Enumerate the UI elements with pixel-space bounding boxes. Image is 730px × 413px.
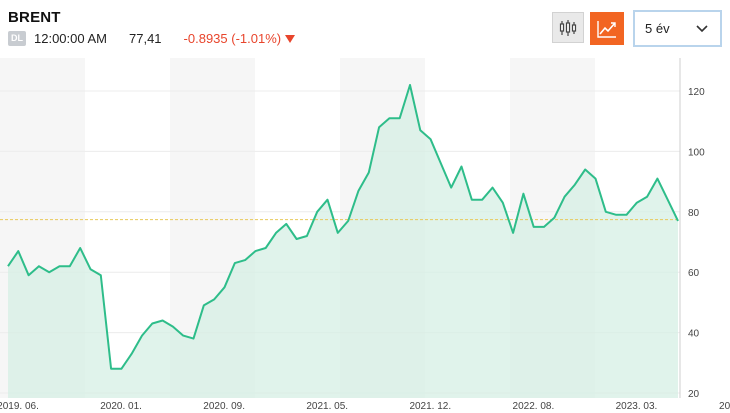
price-chart[interactable]: 120 100 80 60 40 20 2019. 06. 2020. 01. 2020. 0…	[0, 58, 730, 413]
instrument-symbol: BRENT	[8, 9, 61, 26]
x-tick-label: 2020. 01.	[100, 401, 142, 412]
x-tick-label: 2023. 11.	[719, 401, 730, 412]
x-tick-label: 2019. 06.	[0, 401, 39, 412]
candlestick-icon	[559, 19, 577, 36]
quote-row: DL 12:00:00 AM 77,41 -0.8935 (-1.01%)	[8, 31, 296, 46]
x-tick-label: 2022. 08.	[513, 401, 555, 412]
y-tick-label: 120	[688, 87, 705, 98]
line-chart-icon	[597, 20, 616, 38]
x-tick-label: 2021. 05.	[306, 401, 348, 412]
y-tick-label: 80	[688, 208, 700, 219]
x-tick-label: 2023. 03.	[616, 401, 658, 412]
y-tick-label: 40	[688, 329, 700, 340]
candlestick-chart-button[interactable]	[552, 12, 584, 43]
y-tick-label: 20	[688, 389, 700, 400]
quote-time: 12:00:00 AM	[34, 31, 107, 46]
quote-price: 77,41	[129, 31, 162, 46]
y-tick-label: 100	[688, 147, 705, 158]
quote-change: -0.8935 (-1.01%)	[183, 31, 282, 46]
x-tick-label: 2021. 12.	[409, 401, 451, 412]
market-badge: DL	[8, 31, 26, 46]
period-select-value: 5 év	[645, 21, 670, 36]
chevron-down-icon	[696, 24, 708, 32]
line-chart-button[interactable]	[590, 12, 624, 45]
chart-header: BRENT DL 12:00:00 AM 77,41 -0.8935 (-1.0…	[0, 0, 730, 58]
period-select[interactable]: 5 év	[633, 10, 722, 47]
x-tick-label: 2020. 09.	[203, 401, 245, 412]
y-tick-label: 60	[688, 268, 700, 279]
down-arrow-icon	[285, 34, 296, 43]
